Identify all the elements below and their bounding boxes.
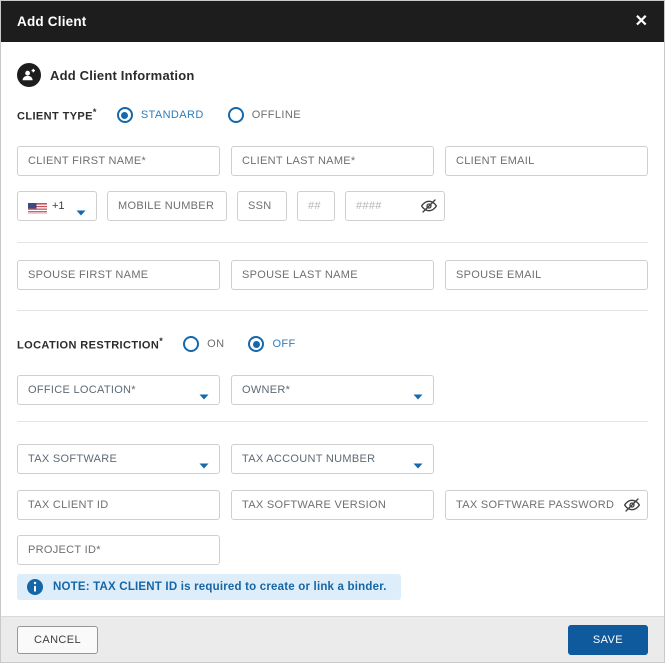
tax-id-row: [17, 490, 648, 520]
modal-footer: CANCEL SAVE: [1, 616, 664, 662]
chevron-down-icon: [76, 203, 86, 216]
owner-placeholder: OWNER*: [242, 384, 291, 396]
client-email-input[interactable]: [445, 146, 648, 176]
eye-off-icon[interactable]: [623, 497, 641, 518]
radio-icon: [116, 107, 133, 123]
ssn-input[interactable]: [237, 191, 287, 221]
modal-header: Add Client ✕: [1, 1, 664, 42]
location-restriction-group: LOCATION RESTRICTION* ON OFF: [17, 336, 648, 352]
spouse-row: [17, 260, 648, 290]
tax-client-id-input[interactable]: [17, 490, 220, 520]
chevron-down-icon: [413, 456, 423, 469]
chevron-down-icon: [199, 456, 209, 469]
phone-ssn-row: +1: [17, 191, 648, 221]
mobile-number-input[interactable]: [107, 191, 227, 221]
spouse-first-name-input[interactable]: [17, 260, 220, 290]
add-client-modal: Add Client ✕ Add Client Information CLIE…: [0, 0, 665, 663]
divider: [17, 310, 648, 311]
tax-software-row: TAX SOFTWARE TAX ACCOUNT NUMBER: [17, 444, 648, 474]
location-restriction-label: LOCATION RESTRICTION*: [17, 336, 164, 352]
tax-account-number-select[interactable]: TAX ACCOUNT NUMBER: [231, 444, 434, 474]
section-header: Add Client Information: [17, 63, 648, 87]
project-id-input[interactable]: [17, 535, 220, 565]
radio-standard[interactable]: STANDARD: [116, 107, 204, 123]
client-name-row: [17, 146, 648, 176]
tax-software-placeholder: TAX SOFTWARE: [28, 453, 118, 465]
ssn-part2-input[interactable]: [297, 191, 335, 221]
radio-icon: [227, 107, 244, 123]
close-icon[interactable]: ✕: [635, 13, 648, 30]
chevron-down-icon: [413, 387, 423, 400]
tax-software-password-field: [445, 490, 648, 520]
country-code-select[interactable]: +1: [17, 191, 97, 221]
ssn-part3-field: [345, 191, 445, 221]
cancel-button[interactable]: CANCEL: [17, 625, 99, 654]
client-last-name-input[interactable]: [231, 146, 434, 176]
divider: [17, 242, 648, 243]
modal-title: Add Client: [17, 14, 87, 29]
info-icon: [27, 579, 43, 595]
radio-on[interactable]: ON: [183, 336, 224, 352]
owner-select[interactable]: OWNER*: [231, 375, 434, 405]
tax-software-version-input[interactable]: [231, 490, 434, 520]
client-type-label: CLIENT TYPE*: [17, 107, 97, 123]
tax-software-password-input[interactable]: [445, 490, 648, 520]
radio-on-label: ON: [207, 338, 225, 350]
add-person-icon: [17, 63, 41, 87]
radio-icon: [248, 336, 265, 352]
radio-standard-label: STANDARD: [140, 109, 204, 121]
tax-software-select[interactable]: TAX SOFTWARE: [17, 444, 220, 474]
chevron-down-icon: [199, 387, 209, 400]
office-location-select[interactable]: OFFICE LOCATION*: [17, 375, 220, 405]
radio-offline[interactable]: OFFLINE: [227, 107, 301, 123]
us-flag-icon: [28, 201, 47, 214]
section-title: Add Client Information: [50, 67, 195, 83]
radio-offline-label: OFFLINE: [251, 109, 301, 121]
modal-body: Add Client Information CLIENT TYPE* STAN…: [1, 42, 664, 616]
note-text: NOTE: TAX CLIENT ID is required to creat…: [53, 581, 387, 593]
client-type-group: CLIENT TYPE* STANDARD OFFLINE: [17, 107, 648, 123]
radio-icon: [183, 336, 200, 352]
divider: [17, 421, 648, 422]
spouse-last-name-input[interactable]: [231, 260, 434, 290]
save-button[interactable]: SAVE: [567, 624, 648, 655]
tax-account-number-placeholder: TAX ACCOUNT NUMBER: [242, 453, 376, 465]
spouse-email-input[interactable]: [445, 260, 648, 290]
client-first-name-input[interactable]: [17, 146, 220, 176]
radio-off[interactable]: OFF: [248, 336, 295, 352]
country-code-value: +1: [52, 200, 65, 212]
project-id-row: [17, 535, 220, 565]
eye-off-icon[interactable]: [420, 198, 438, 219]
office-owner-row: OFFICE LOCATION* OWNER*: [17, 375, 648, 405]
office-location-placeholder: OFFICE LOCATION*: [28, 384, 136, 396]
radio-off-label: OFF: [272, 338, 296, 350]
note-banner: NOTE: TAX CLIENT ID is required to creat…: [17, 574, 401, 600]
